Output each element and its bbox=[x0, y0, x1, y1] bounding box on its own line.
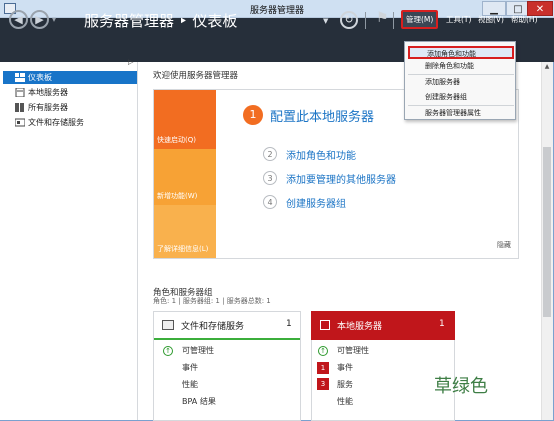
sidebar: 仪表板 本地服务器 所有服务器 文件和存储服务 bbox=[0, 62, 138, 420]
step-number: 3 bbox=[263, 171, 277, 185]
step-number-badge: 1 bbox=[243, 105, 263, 125]
configure-local-server-link[interactable]: 配置此本地服务器 bbox=[270, 106, 374, 125]
card-row-manageability[interactable]: 可管理性 bbox=[337, 345, 369, 356]
scrollbar-thumb[interactable] bbox=[543, 147, 551, 317]
card-row-manageability[interactable]: 可管理性 bbox=[182, 345, 214, 356]
tile-label: 了解详细信息(L) bbox=[157, 245, 209, 253]
menu-manage[interactable]: 管理(M) bbox=[401, 10, 439, 29]
server-icon bbox=[15, 88, 25, 97]
card-row-events[interactable]: 事件 bbox=[182, 362, 198, 373]
manage-dropdown-menu: 添加角色和功能 删除角色和功能 添加服务器 创建服务器组 服务器管理器属性 bbox=[404, 41, 516, 120]
role-card-count: 1 bbox=[439, 319, 445, 329]
tile-whats-new[interactable]: 新增功能(W) bbox=[154, 149, 216, 205]
page-title: 服务器管理器 ‣ 仪表板 bbox=[84, 12, 238, 30]
status-ok-icon: ↑ bbox=[163, 346, 173, 356]
menu-tools[interactable]: 工具(T) bbox=[446, 14, 471, 25]
create-server-group-link[interactable]: 创建服务器组 bbox=[286, 195, 346, 210]
roles-summary: 角色: 1 | 服务器组: 1 | 服务器总数: 1 bbox=[153, 297, 271, 305]
hide-link[interactable]: 隐藏 bbox=[497, 240, 511, 250]
back-arrow-icon[interactable]: ◀ bbox=[9, 10, 28, 29]
menu-item-add-roles[interactable]: 添加角色和功能 bbox=[408, 46, 514, 59]
menu-view[interactable]: 视图(V) bbox=[478, 14, 504, 25]
sidebar-item-all-servers[interactable]: 所有服务器 bbox=[3, 101, 137, 114]
caret-down-icon[interactable]: ▼ bbox=[323, 17, 328, 25]
sidebar-item-label: 本地服务器 bbox=[28, 88, 68, 97]
watermark-text: 草绿色 bbox=[434, 376, 488, 397]
card-row-bpa[interactable]: BPA 结果 bbox=[182, 396, 216, 407]
storage-icon bbox=[162, 320, 174, 330]
welcome-heading: 欢迎使用服务器管理器 bbox=[153, 71, 239, 81]
menu-divider bbox=[408, 74, 514, 75]
step-number: 4 bbox=[263, 195, 277, 209]
refresh-icon[interactable]: ↻ bbox=[340, 11, 358, 29]
forward-arrow-icon[interactable]: ▶ bbox=[30, 10, 49, 29]
sidebar-item-label: 文件和存储服务 bbox=[28, 118, 84, 127]
expand-arrow-icon[interactable]: ▷ bbox=[128, 58, 133, 66]
step-number: 2 bbox=[263, 147, 277, 161]
role-card-header[interactable] bbox=[311, 311, 455, 340]
card-row-events[interactable]: 事件 bbox=[337, 362, 353, 373]
sidebar-item-file-storage[interactable]: 文件和存储服务 bbox=[3, 116, 137, 129]
servers-icon bbox=[15, 103, 24, 112]
add-roles-link[interactable]: 添加角色和功能 bbox=[286, 147, 356, 162]
sidebar-item-label: 仪表板 bbox=[28, 73, 52, 82]
tile-label: 快速启动(Q) bbox=[157, 136, 196, 144]
menu-item-create-server-group[interactable]: 创建服务器组 bbox=[408, 91, 514, 104]
add-servers-link[interactable]: 添加要管理的其他服务器 bbox=[286, 171, 396, 186]
nav-history-dropdown-icon[interactable]: ▾ bbox=[52, 15, 56, 24]
storage-icon bbox=[15, 118, 25, 127]
dashboard-icon bbox=[15, 73, 25, 82]
card-row-performance[interactable]: 性能 bbox=[337, 396, 353, 407]
header-divider bbox=[393, 12, 394, 29]
sidebar-item-local-server[interactable]: 本地服务器 bbox=[3, 86, 137, 99]
menu-item-remove-roles[interactable]: 删除角色和功能 bbox=[408, 60, 514, 73]
role-card-title: 文件和存储服务 bbox=[181, 322, 245, 332]
notification-flag-icon[interactable]: ⚑ bbox=[376, 10, 389, 26]
scroll-up-icon[interactable]: ▲ bbox=[541, 63, 553, 73]
header-divider bbox=[365, 12, 366, 29]
tile-learn-more[interactable]: 了解详细信息(L) bbox=[154, 205, 216, 258]
alert-count-badge: 1 bbox=[317, 362, 329, 374]
card-row-performance[interactable]: 性能 bbox=[182, 379, 198, 390]
server-icon bbox=[320, 320, 330, 330]
menu-divider bbox=[408, 105, 514, 106]
sidebar-item-label: 所有服务器 bbox=[28, 103, 68, 112]
tile-quick-start[interactable]: 快速启动(Q) bbox=[154, 90, 216, 149]
menu-item-properties[interactable]: 服务器管理器属性 bbox=[408, 107, 514, 120]
card-row-services[interactable]: 服务 bbox=[337, 379, 353, 390]
sidebar-item-dashboard[interactable]: 仪表板 bbox=[3, 71, 137, 84]
status-ok-icon: ↑ bbox=[318, 346, 328, 356]
role-card-title: 本地服务器 bbox=[337, 322, 383, 332]
menu-item-add-servers[interactable]: 添加服务器 bbox=[408, 76, 514, 89]
role-card-count: 1 bbox=[286, 319, 292, 329]
tile-label: 新增功能(W) bbox=[157, 192, 198, 200]
alert-count-badge: 3 bbox=[317, 378, 329, 390]
menu-help[interactable]: 帮助(H) bbox=[511, 14, 538, 25]
